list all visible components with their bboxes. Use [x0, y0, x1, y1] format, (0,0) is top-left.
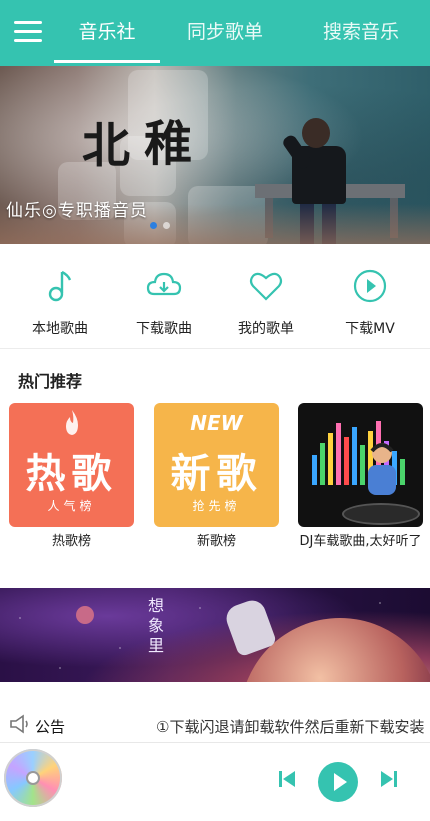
banner-calligraphy: 稚 — [144, 116, 193, 172]
new-songs-card[interactable]: NEW 新歌 抢先榜 新歌榜 — [154, 403, 279, 549]
download-songs-button[interactable]: 下载歌曲 — [112, 258, 216, 337]
mini-player — [0, 743, 430, 821]
quick-action-label: 本地歌曲 — [32, 321, 88, 337]
active-tab-indicator — [54, 60, 160, 63]
my-playlist-button[interactable]: 我的歌单 — [214, 258, 318, 337]
banner-carousel[interactable]: 北 稚 仙乐◎专职播音员 — [0, 66, 430, 244]
card-caption: 新歌榜 — [196, 534, 236, 549]
cloud-download-icon — [146, 272, 182, 296]
download-mv-button[interactable]: 下载MV — [318, 258, 422, 337]
top-app-bar: 音乐社 同步歌单 搜索音乐 — [0, 0, 430, 66]
music-note-icon — [48, 270, 72, 302]
quick-action-label: 我的歌单 — [238, 321, 294, 337]
skip-next-icon[interactable] — [380, 769, 398, 789]
heart-icon — [249, 272, 283, 301]
promo-banner[interactable]: 想象里 — [0, 588, 430, 682]
announcement-label: 公告 — [35, 718, 66, 736]
play-icon — [334, 773, 347, 791]
promo-title: 想象里 — [147, 596, 164, 655]
dj-figure — [368, 443, 396, 495]
hot-songs-cover: 热歌 人气榜 — [9, 403, 134, 527]
hamburger-menu-icon[interactable] — [14, 19, 42, 45]
dj-cover — [298, 403, 423, 527]
skip-previous-icon[interactable] — [278, 769, 296, 789]
tab-music-community[interactable]: 音乐社 — [54, 17, 160, 47]
tab-sync-playlist[interactable]: 同步歌单 — [172, 17, 278, 47]
card-caption: DJ车载歌曲,太好听了 — [299, 534, 422, 549]
hot-songs-card[interactable]: 热歌 人气榜 热歌榜 — [9, 403, 134, 549]
dj-songs-card[interactable]: DJ车载歌曲,太好听了 — [298, 403, 423, 549]
section-title-hot: 热门推荐 — [18, 372, 83, 391]
banner-caption: 仙乐◎专职播音员 — [6, 201, 148, 221]
divider — [0, 348, 430, 349]
card-caption: 热歌榜 — [51, 534, 91, 549]
announcement-bar[interactable]: 公告 ①下载闪退请卸载软件然后重新下载安装 — [0, 704, 430, 744]
banner-calligraphy: 北 — [82, 118, 131, 174]
local-songs-button[interactable]: 本地歌曲 — [8, 258, 112, 337]
tab-search-music[interactable]: 搜索音乐 — [302, 17, 420, 47]
play-circle-icon — [353, 269, 387, 303]
quick-action-label: 下载歌曲 — [136, 321, 192, 337]
new-songs-cover: NEW 新歌 抢先榜 — [154, 403, 279, 527]
quick-actions: 本地歌曲 下载歌曲 我的歌单 下载MV — [0, 258, 430, 338]
carousel-indicator — [150, 222, 170, 229]
play-button[interactable] — [318, 762, 358, 802]
quick-action-label: 下载MV — [345, 321, 395, 337]
carousel-dot[interactable] — [150, 222, 157, 229]
carousel-dot[interactable] — [163, 222, 170, 229]
flame-icon — [66, 410, 78, 435]
announcement-text: ①下载闪退请卸载软件然后重新下载安装 — [156, 718, 425, 736]
album-disc-icon[interactable] — [4, 749, 62, 807]
megaphone-icon — [10, 714, 28, 734]
